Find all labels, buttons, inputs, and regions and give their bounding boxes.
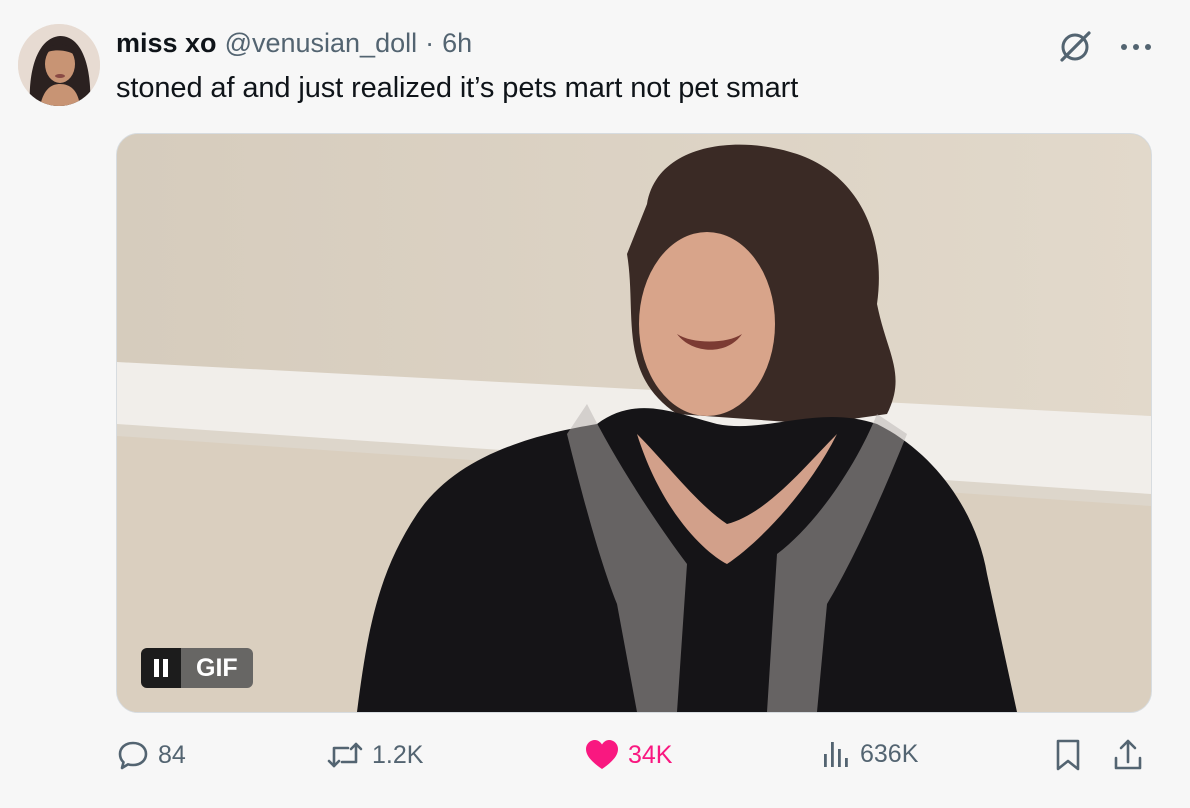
reply-button[interactable]: 84 bbox=[116, 738, 186, 772]
like-button[interactable]: 34K bbox=[584, 738, 672, 772]
gif-media[interactable]: GIF bbox=[116, 133, 1152, 713]
bookmark-button[interactable] bbox=[1054, 738, 1082, 772]
repost-button[interactable]: 1.2K bbox=[326, 738, 423, 772]
share-button[interactable] bbox=[1112, 738, 1144, 772]
grok-icon[interactable] bbox=[1056, 28, 1094, 66]
separator: · bbox=[425, 28, 435, 58]
view-count: 636K bbox=[860, 739, 919, 768]
author-handle[interactable]: @venusian_doll bbox=[225, 28, 418, 59]
action-bar: 84 1.2K 34K 636K bbox=[116, 738, 1150, 784]
timestamp[interactable]: 6h bbox=[442, 28, 472, 59]
views-button[interactable]: 636K bbox=[820, 738, 918, 770]
repost-icon bbox=[327, 742, 363, 768]
tweet-top-actions bbox=[1056, 28, 1152, 66]
like-count: 34K bbox=[628, 740, 673, 769]
gif-frame bbox=[117, 134, 1151, 712]
views-icon bbox=[824, 742, 848, 767]
gif-badge: GIF bbox=[181, 648, 253, 688]
avatar-image bbox=[18, 24, 100, 106]
gif-badges: GIF bbox=[141, 648, 253, 688]
reply-icon bbox=[118, 741, 148, 770]
heart-icon bbox=[586, 740, 618, 769]
share-icon bbox=[1114, 739, 1142, 770]
tweet-text: stoned af and just realized it’s pets ma… bbox=[116, 72, 799, 104]
pause-icon bbox=[154, 659, 168, 677]
tweet-header: miss xo @venusian_doll · 6h bbox=[116, 28, 472, 59]
more-options-icon[interactable] bbox=[1120, 42, 1152, 52]
bookmark-icon bbox=[1056, 739, 1080, 771]
pause-button[interactable] bbox=[141, 648, 181, 688]
avatar[interactable] bbox=[18, 24, 100, 106]
reply-count: 84 bbox=[158, 740, 186, 769]
author-name[interactable]: miss xo bbox=[116, 28, 217, 59]
repost-count: 1.2K bbox=[372, 740, 424, 769]
